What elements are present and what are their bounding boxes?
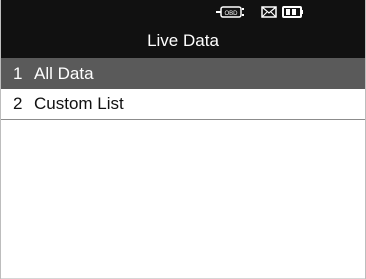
menu-item-number: 1 bbox=[13, 63, 23, 83]
menu-item-custom-list[interactable]: 2 Custom List bbox=[1, 89, 365, 120]
live-data-screen: OBD Live Data 1 All Data 2 Custom List bbox=[0, 0, 366, 279]
screen-title: Live Data bbox=[147, 31, 219, 50]
header-bar: OBD Live Data bbox=[1, 0, 365, 58]
menu-item-label: All Data bbox=[34, 63, 94, 83]
battery-icon bbox=[282, 6, 303, 18]
menu-item-label: Custom List bbox=[34, 94, 124, 113]
menu-item-all-data[interactable]: 1 All Data bbox=[1, 58, 365, 89]
obd-connection-icon: OBD bbox=[216, 6, 244, 18]
menu-list: 1 All Data 2 Custom List bbox=[1, 58, 365, 120]
mail-icon bbox=[261, 6, 277, 18]
svg-text:OBD: OBD bbox=[224, 11, 238, 17]
status-bar: OBD bbox=[1, 0, 365, 24]
menu-item-number: 2 bbox=[13, 94, 23, 113]
